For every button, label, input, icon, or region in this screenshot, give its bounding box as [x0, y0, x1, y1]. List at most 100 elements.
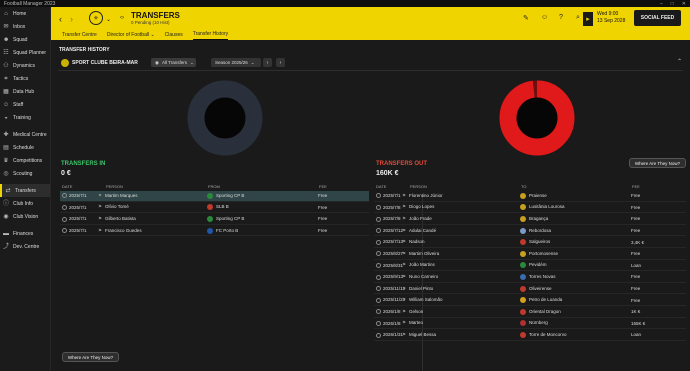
- row-checkbox-icon[interactable]: [376, 239, 381, 245]
- column-header-fee[interactable]: FEE: [632, 184, 640, 189]
- person-name[interactable]: ⚑ William Salomão: [402, 297, 443, 303]
- club-name[interactable]: Praiense: [520, 192, 547, 199]
- person-name[interactable]: ⚑ Nadson: [402, 239, 425, 245]
- sidebar-item-club-info[interactable]: ⓘ Club Info: [0, 197, 50, 210]
- club-name[interactable]: Bragança: [520, 215, 548, 222]
- row-checkbox-icon[interactable]: [62, 205, 67, 210]
- club-name[interactable]: Petro de Luanda: [520, 297, 562, 304]
- sidebar-item-finances[interactable]: ▬ Finances: [0, 227, 50, 240]
- table-row[interactable]: 2025/7/8 ⚑ Diogo Lopes Lusitânia Lourosa Fre…: [374, 203, 686, 214]
- table-row[interactable]: 2025/8/27 ⚑ Martim Oliveira Portomosense Fre…: [374, 249, 686, 260]
- club-name[interactable]: Portomosense: [520, 250, 558, 257]
- person-name[interactable]: ⚑ Marteo: [402, 320, 423, 326]
- row-checkbox-icon[interactable]: [376, 297, 381, 303]
- tab-transfer-centre[interactable]: Transfer Centre: [62, 32, 97, 40]
- person-name[interactable]: ⚑ Francisco Guedes: [98, 228, 142, 234]
- person-name[interactable]: ⚑ Gilberto Batista: [98, 216, 136, 222]
- person-name[interactable]: ⚑ Martim Oliveira: [402, 251, 439, 257]
- help-icon[interactable]: ?: [559, 14, 563, 21]
- tab-transfer-history[interactable]: Transfer History: [192, 31, 229, 40]
- where-are-they-now-in-button[interactable]: Where Are They Now?: [62, 352, 119, 362]
- sidebar-item-scouting[interactable]: ◎ Scouting: [0, 167, 50, 180]
- club-name[interactable]: Oliveirense: [520, 285, 552, 292]
- row-checkbox-icon[interactable]: [376, 205, 381, 210]
- column-header-to[interactable]: TO: [521, 184, 526, 189]
- person-name[interactable]: ⚑ João Martins: [402, 262, 435, 268]
- maximize-icon[interactable]: □: [671, 1, 674, 7]
- person-name[interactable]: ⚑ Diogo Lopes: [402, 204, 434, 210]
- person-name[interactable]: ⚑ Nuno Carneiro: [402, 274, 438, 280]
- minimize-icon[interactable]: –: [660, 1, 663, 7]
- sidebar-item-tactics[interactable]: ⌗ Tactics: [0, 72, 50, 85]
- column-header-date[interactable]: DATE: [62, 184, 72, 189]
- club-name[interactable]: Nürnberg: [520, 320, 548, 327]
- person-name[interactable]: ⚑ Adulai Candé: [402, 228, 436, 234]
- row-checkbox-icon[interactable]: [376, 321, 381, 326]
- table-row[interactable]: 2025/7/12 ⚑ Adulai Candé Rebordosa Free: [374, 226, 686, 237]
- table-row[interactable]: 2025/7/1 ⚑ Francisco Guedes FC Porto B Free: [60, 226, 369, 237]
- edit-icon[interactable]: ✎: [523, 14, 529, 22]
- table-row[interactable]: 2025/7/1 ⚑ Florentino Júnior Praiense Free: [374, 191, 686, 202]
- row-checkbox-icon[interactable]: [376, 193, 381, 199]
- club-name[interactable]: Sporting CP B: [207, 192, 244, 199]
- social-feed-button[interactable]: SOCIAL FEED: [634, 10, 681, 26]
- table-row[interactable]: 2025/8/31 ⚑ João Martins Pevidém Loan: [374, 261, 686, 272]
- person-name[interactable]: ⚑ Miguel Bessa: [402, 332, 436, 338]
- tab-clauses[interactable]: Clauses: [165, 32, 183, 40]
- sidebar-item-training[interactable]: ◒ Training: [0, 111, 50, 124]
- table-row[interactable]: 2025/11/23 ⚑ William Salomão Petro de Luand…: [374, 295, 686, 306]
- table-row[interactable]: 2025/11/13 ⚑ Daniel Pinto Oliveirense Free: [374, 284, 686, 295]
- person-name[interactable]: ⚑ Olívio Tomé: [98, 204, 129, 210]
- club-name[interactable]: SLB B: [207, 204, 229, 211]
- sidebar-item-competitions[interactable]: ♛ Competitions: [0, 154, 50, 167]
- person-name[interactable]: ⚑ Gelson: [402, 309, 423, 315]
- club-name[interactable]: Rebordosa: [520, 227, 551, 234]
- club-name[interactable]: Oriental Dragon: [520, 308, 561, 315]
- table-row[interactable]: 2025/7/1 ⚑ Olívio Tomé SLB B Free: [60, 203, 369, 214]
- club-name[interactable]: FC Porto B: [207, 227, 238, 234]
- forward-arrow-icon[interactable]: ›: [70, 14, 73, 24]
- season-prev-button[interactable]: ‹: [263, 58, 272, 67]
- column-header-fee[interactable]: FEE: [319, 184, 327, 189]
- tab-director-of-football[interactable]: Director of Football ⌄: [107, 32, 155, 40]
- row-checkbox-icon[interactable]: [376, 263, 381, 268]
- collapse-icon[interactable]: ⌃: [677, 58, 682, 65]
- table-row[interactable]: 2025/7/1 ⚑ Gilberto Batista Sporting CP B Fr…: [60, 214, 369, 225]
- page-nav-icon[interactable]: ‹›: [120, 15, 124, 21]
- sidebar-item-home[interactable]: ⌂ Home: [0, 7, 50, 20]
- transfer-filter-dropdown[interactable]: ◉ All Transfers ⌄: [151, 58, 196, 67]
- sidebar-item-squad[interactable]: ☻ Squad: [0, 33, 50, 46]
- person-name[interactable]: ⚑ João Frade: [402, 216, 432, 222]
- season-next-button[interactable]: ›: [276, 58, 285, 67]
- table-row[interactable]: 2025/7/1 ⚑ Martim Marques Sporting CP B Free: [60, 191, 369, 202]
- table-row[interactable]: 2026/1/8 ⚑ Gelson Oriental Dragon 1K €: [374, 307, 686, 318]
- club-name[interactable]: Sporting CP B: [207, 215, 244, 222]
- row-checkbox-icon[interactable]: [376, 309, 381, 315]
- sidebar-item-transfers[interactable]: ⇄ Transfers: [0, 184, 50, 197]
- person-name[interactable]: ⚑ Martim Marques: [98, 193, 138, 199]
- row-checkbox-icon[interactable]: [62, 228, 67, 234]
- sidebar-item-squad-planner[interactable]: ☷ Squad Planner: [0, 46, 50, 59]
- column-header-date[interactable]: DATE: [376, 184, 386, 189]
- sidebar-item-club-vision[interactable]: ◉ Club Vision: [0, 210, 50, 223]
- column-header-person[interactable]: PERSON: [410, 184, 427, 189]
- sidebar-item-dynamics[interactable]: ⚇ Dynamics: [0, 59, 50, 72]
- club-selector[interactable]: SPORT CLUBE BEIRA-MAR: [61, 57, 138, 68]
- row-checkbox-icon[interactable]: [376, 251, 381, 257]
- game-date[interactable]: Wed 9:00 13 Sep 2028: [597, 11, 625, 25]
- club-dropdown-icon[interactable]: ⌄: [106, 16, 111, 23]
- back-arrow-icon[interactable]: ‹: [59, 14, 62, 24]
- row-checkbox-icon[interactable]: [376, 332, 381, 338]
- continue-button[interactable]: ▸: [583, 12, 593, 26]
- close-icon[interactable]: ✕: [682, 1, 686, 7]
- person-name[interactable]: ⚑ Daniel Pinto: [402, 286, 433, 292]
- club-name[interactable]: Torres Novas: [520, 273, 556, 280]
- row-checkbox-icon[interactable]: [376, 286, 381, 292]
- sidebar-item-data-hub[interactable]: ▦ Data Hub: [0, 85, 50, 98]
- table-row[interactable]: 2025/7/13 ⚑ Nadson Salgueiros 3,4K €: [374, 237, 686, 248]
- club-name[interactable]: Pevidém: [520, 262, 547, 269]
- table-row[interactable]: 2025/7/8 ⚑ João Frade Bragança Free: [374, 214, 686, 225]
- row-checkbox-icon[interactable]: [376, 228, 381, 234]
- club-name[interactable]: Lusitânia Lourosa: [520, 204, 565, 211]
- row-checkbox-icon[interactable]: [62, 193, 67, 199]
